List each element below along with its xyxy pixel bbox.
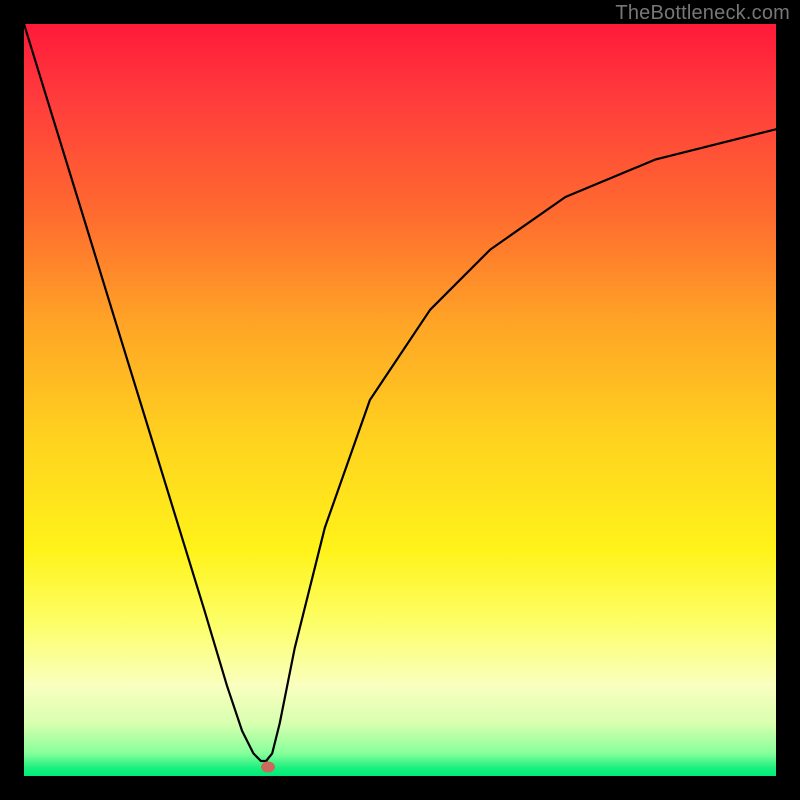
chart-frame: TheBottleneck.com	[0, 0, 800, 800]
minimum-marker	[261, 761, 275, 772]
curve-path	[24, 24, 776, 761]
curve-svg	[24, 24, 776, 776]
watermark-text: TheBottleneck.com	[615, 2, 790, 25]
